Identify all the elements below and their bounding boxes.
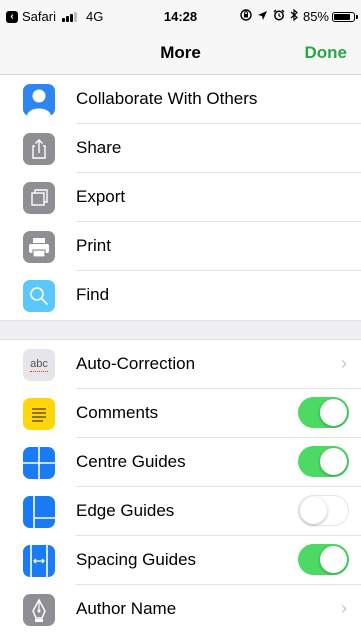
export-icon (23, 182, 55, 214)
list-item-spacing-guides: Spacing Guides (0, 536, 361, 585)
abc-icon-text: abc (30, 358, 48, 370)
alarm-icon (273, 9, 285, 24)
list-item-edge-guides: Edge Guides (0, 487, 361, 536)
status-right: 85% (240, 8, 358, 24)
list-item-label: Comments (76, 403, 159, 422)
list-item-label: Auto-Correction (76, 354, 196, 373)
list-item-label: Export (76, 187, 126, 206)
comments-icon (23, 398, 55, 430)
list-item-export[interactable]: Export (0, 173, 361, 222)
toggle-knob (300, 496, 327, 524)
list-item-label: Share (76, 138, 122, 157)
list-item-label: Centre Guides (76, 452, 186, 471)
comments-toggle[interactable] (298, 397, 349, 428)
bluetooth-icon (290, 8, 298, 24)
location-icon (257, 10, 268, 24)
centre-guides-toggle[interactable] (298, 446, 349, 477)
pen-nib-icon (23, 594, 55, 626)
list-item-label: Print (76, 236, 111, 255)
edge-guides-toggle[interactable] (298, 495, 349, 526)
list-item-find[interactable]: Find (0, 271, 361, 320)
toggle-knob (320, 546, 347, 573)
list-item-print[interactable]: Print (0, 222, 361, 271)
share-icon (23, 133, 55, 165)
spacing-guides-icon (23, 545, 55, 577)
battery-icon (332, 11, 358, 22)
search-icon (23, 280, 55, 312)
list-item-label: Spacing Guides (76, 550, 197, 569)
rotation-lock-icon (240, 9, 252, 24)
list-item-label: Author Name (76, 599, 177, 618)
list-item-share[interactable]: Share (0, 124, 361, 173)
spacing-guides-toggle[interactable] (298, 544, 349, 575)
list-item-auto-correction[interactable]: abc Auto-Correction › (0, 340, 361, 389)
centre-guides-icon (23, 447, 55, 479)
chevron-right-icon: › (341, 598, 347, 618)
person-icon (23, 84, 55, 116)
nav-bar: More Done (0, 34, 361, 75)
chevron-right-icon: › (341, 353, 347, 373)
list-item-label: Collaborate With Others (76, 89, 258, 108)
done-button[interactable]: Done (305, 43, 348, 63)
list-item-comments: Comments (0, 389, 361, 438)
list-item-label: Find (76, 285, 110, 304)
edge-guides-icon (23, 496, 55, 528)
toggle-knob (320, 448, 347, 475)
section-separator (0, 320, 361, 340)
actions-list: Collaborate With Others Share Export Pri… (0, 75, 361, 320)
printer-icon (23, 231, 55, 263)
toggle-knob (320, 399, 347, 426)
list-item-collaborate[interactable]: Collaborate With Others (0, 75, 361, 124)
list-item-centre-guides: Centre Guides (0, 438, 361, 487)
settings-list: abc Auto-Correction › Comments Centre Gu… (0, 340, 361, 634)
status-bar: ‹ Safari 4G 14:28 85% (0, 0, 361, 34)
list-item-author-name[interactable]: Author Name › (0, 585, 361, 634)
abc-icon: abc (23, 349, 55, 381)
list-item-label: Edge Guides (76, 501, 175, 520)
battery-percent: 85% (302, 9, 329, 24)
